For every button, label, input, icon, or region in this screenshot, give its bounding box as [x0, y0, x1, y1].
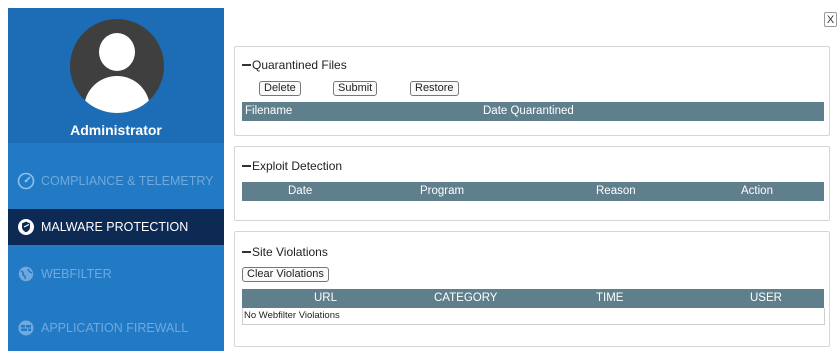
- avatar: [70, 19, 164, 113]
- column-header-filename[interactable]: Filename: [245, 105, 292, 117]
- avatar-shoulders: [84, 76, 150, 113]
- avatar-head: [99, 33, 135, 71]
- panel-title: Exploit Detection: [252, 159, 343, 173]
- sidebar-item-label: COMPLIANCE & TELEMETRY: [41, 174, 214, 188]
- site-violations-header[interactable]: Site Violations: [242, 245, 328, 259]
- site-violations-table-header: URL CATEGORY TIME USER: [242, 289, 824, 308]
- column-header-time[interactable]: TIME: [596, 292, 623, 304]
- delete-button[interactable]: Delete: [259, 81, 301, 96]
- column-header-category[interactable]: CATEGORY: [434, 292, 497, 304]
- exploit-detection-header[interactable]: Exploit Detection: [242, 159, 342, 173]
- panel-title: Quarantined Files: [252, 58, 347, 72]
- sidebar: Administrator COMPLIANCE & TELEMETRY MAL…: [8, 8, 224, 351]
- collapse-icon[interactable]: [242, 64, 251, 66]
- profile-section: Administrator: [8, 8, 224, 143]
- restore-button[interactable]: Restore: [410, 81, 459, 96]
- gauge-icon: [17, 172, 35, 190]
- quarantined-files-header[interactable]: Quarantined Files: [242, 58, 347, 72]
- sidebar-item-label: APPLICATION FIREWALL: [41, 321, 189, 335]
- firewall-icon: [17, 319, 35, 337]
- clear-violations-button[interactable]: Clear Violations: [242, 267, 329, 282]
- column-header-reason[interactable]: Reason: [596, 185, 636, 197]
- collapse-icon[interactable]: [242, 251, 251, 253]
- column-header-action[interactable]: Action: [741, 185, 773, 197]
- empty-table-message: No Webfilter Violations: [242, 308, 825, 325]
- shield-icon: [17, 218, 35, 236]
- site-violations-panel: Site Violations Clear Violations URL CAT…: [234, 231, 830, 347]
- exploit-detection-panel: Exploit Detection Date Program Reason Ac…: [234, 146, 830, 221]
- globe-icon: [17, 265, 35, 283]
- submit-button[interactable]: Submit: [333, 81, 378, 96]
- sidebar-item-application-firewall[interactable]: APPLICATION FIREWALL: [8, 310, 224, 346]
- quarantined-files-panel: Quarantined Files Delete Submit Restore …: [234, 46, 830, 136]
- column-header-date[interactable]: Date: [288, 185, 312, 197]
- sidebar-item-webfilter[interactable]: WEBFILTER: [8, 256, 224, 292]
- column-header-url[interactable]: URL: [314, 292, 337, 304]
- sidebar-item-compliance-telemetry[interactable]: COMPLIANCE & TELEMETRY: [8, 163, 224, 199]
- close-button[interactable]: X: [824, 12, 837, 27]
- column-header-user[interactable]: USER: [750, 292, 782, 304]
- exploit-table-header: Date Program Reason Action: [242, 182, 824, 201]
- quarantine-table-header: Filename Date Quarantined: [242, 102, 824, 121]
- profile-name: Administrator: [70, 122, 162, 138]
- column-header-date-quarantined[interactable]: Date Quarantined: [483, 105, 574, 117]
- column-header-program[interactable]: Program: [420, 185, 464, 197]
- panel-title: Site Violations: [252, 245, 328, 259]
- collapse-icon[interactable]: [242, 165, 251, 167]
- sidebar-item-label: WEBFILTER: [41, 267, 112, 281]
- sidebar-item-label: MALWARE PROTECTION: [41, 220, 189, 234]
- sidebar-item-malware-protection[interactable]: MALWARE PROTECTION: [8, 209, 224, 245]
